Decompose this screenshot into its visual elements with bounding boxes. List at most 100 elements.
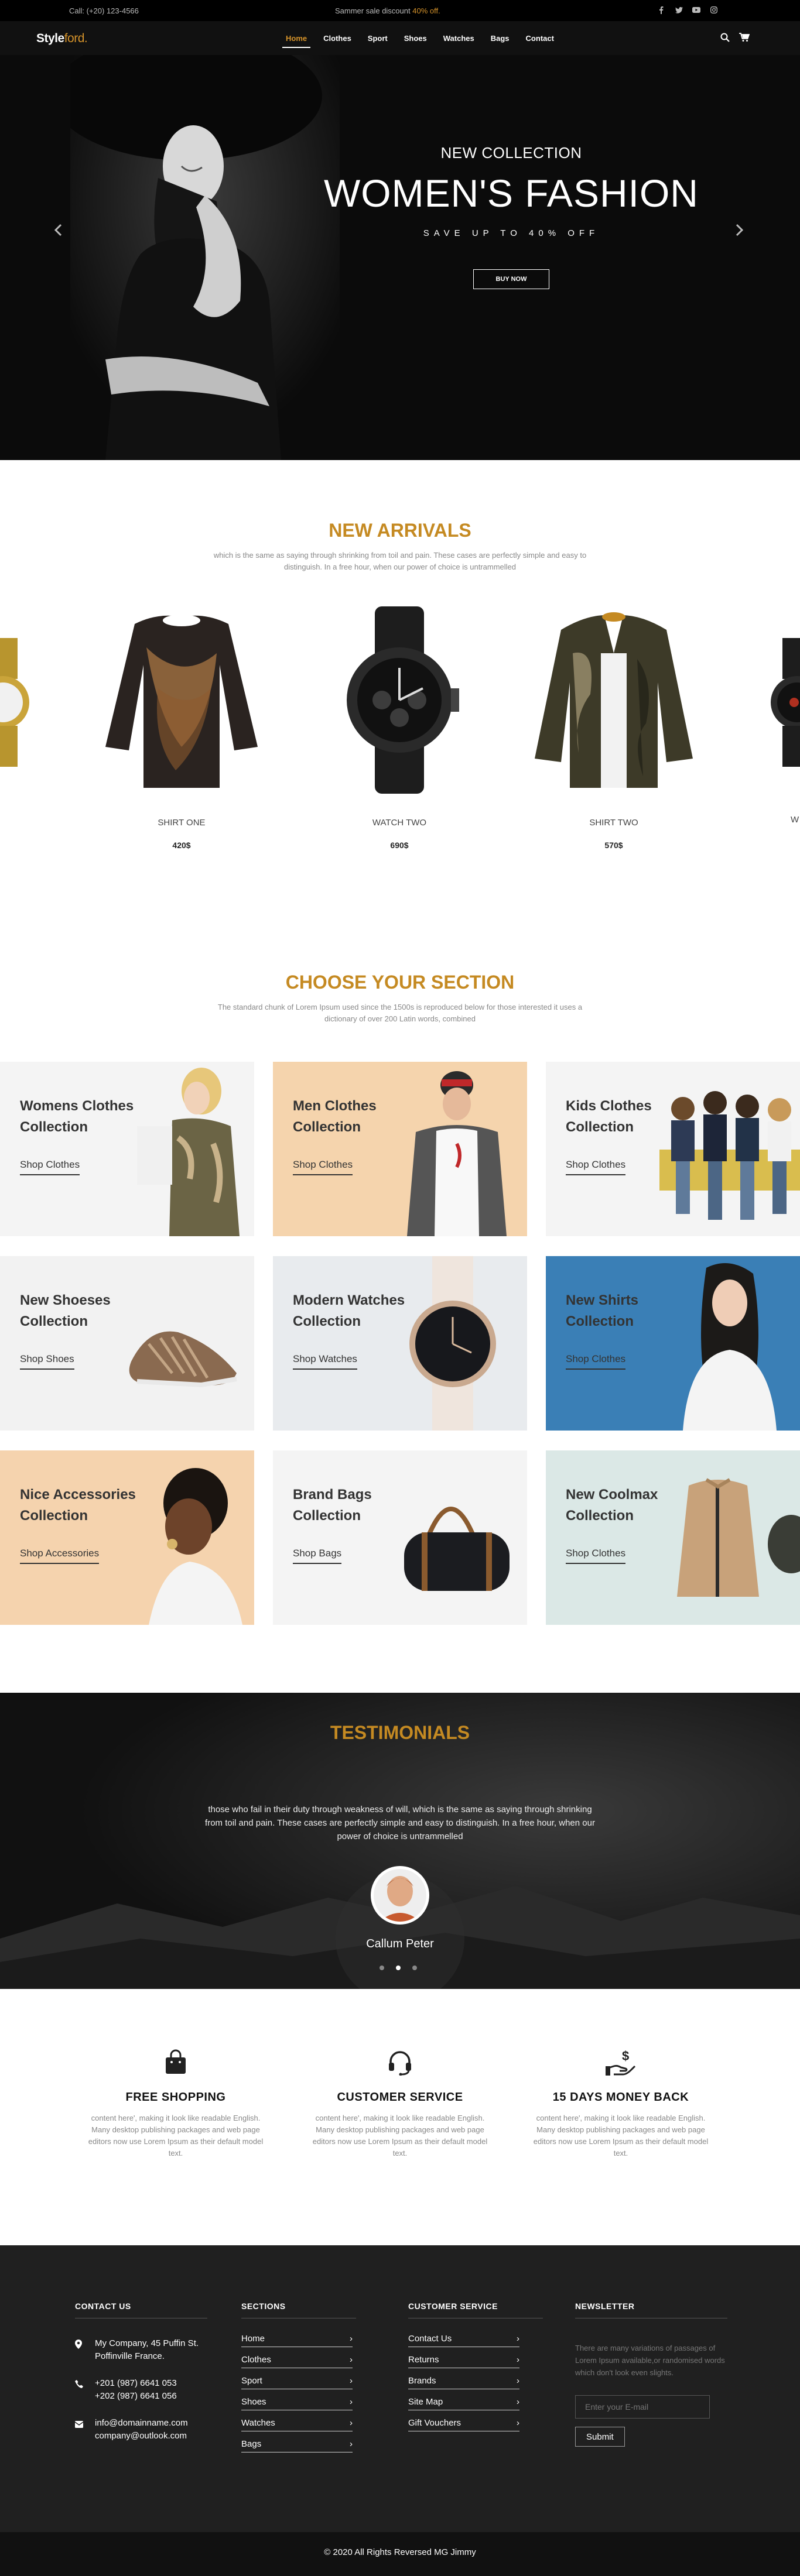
shop-link[interactable]: Shop Watches bbox=[293, 1353, 357, 1370]
product-price: 570$ bbox=[604, 841, 623, 850]
copyright-text: © 2020 All Rights Reversed MG Jimmy bbox=[324, 2547, 476, 2557]
nav-item-sport[interactable]: Sport bbox=[360, 21, 396, 55]
feature-money-back: $ 15 DAYS MONEY BACK content here', maki… bbox=[533, 2045, 709, 2159]
headset-icon bbox=[312, 2045, 488, 2079]
feature-title: FREE SHOPPING bbox=[125, 2091, 226, 2104]
chevron-right-icon: › bbox=[350, 2376, 353, 2386]
social-links bbox=[657, 6, 718, 14]
cart-icon[interactable] bbox=[739, 33, 750, 45]
feature-title: CUSTOMER SERVICE bbox=[337, 2091, 463, 2104]
buy-now-button[interactable]: BUY NOW bbox=[473, 269, 549, 289]
footer-link-home[interactable]: Home › bbox=[241, 2331, 353, 2347]
product-card[interactable]: WATCH TWO 690$ bbox=[312, 601, 487, 850]
footer-link-clothes[interactable]: Clothes › bbox=[241, 2352, 353, 2368]
footer-address: My Company, 45 Puffin St. Poffinville Fr… bbox=[75, 2337, 207, 2363]
nav-item-watches[interactable]: Watches bbox=[435, 21, 483, 55]
watches-collection-image bbox=[409, 1256, 496, 1431]
collection-title: Womens Clothes Collection bbox=[20, 1098, 134, 1135]
footer-link-label: Returns bbox=[408, 2355, 439, 2365]
shop-link[interactable]: Shop Clothes bbox=[566, 1353, 626, 1370]
slider-dot[interactable] bbox=[380, 1966, 384, 1970]
twitter-icon[interactable] bbox=[675, 6, 683, 14]
feature-free-shipping: FREE SHOPPING content here', making it l… bbox=[88, 2045, 264, 2159]
chevron-right-icon: › bbox=[350, 2397, 353, 2407]
instagram-icon[interactable] bbox=[710, 6, 718, 14]
collection-card-accessories[interactable]: Nice Accessories Collection Shop Accesso… bbox=[0, 1450, 254, 1625]
collection-card-shoes[interactable]: New Shoeses Collection Shop Shoes bbox=[0, 1256, 254, 1431]
phone-1[interactable]: +201 (987) 6641 053 bbox=[95, 2377, 177, 2390]
collection-title: New Shirts Collection bbox=[566, 1292, 639, 1329]
product-card[interactable]: SHIRT TWO 570$ bbox=[526, 601, 702, 850]
shop-link[interactable]: Shop Clothes bbox=[20, 1159, 80, 1175]
choose-section: CHOOSE YOUR SECTION The standard chunk o… bbox=[0, 928, 800, 1693]
shop-link[interactable]: Shop Bags bbox=[293, 1548, 342, 1564]
feature-text: content here', making it look like reada… bbox=[88, 2114, 264, 2157]
footer-link-sport[interactable]: Sport › bbox=[241, 2373, 353, 2389]
accessories-collection-image bbox=[149, 1468, 242, 1625]
collection-card-men[interactable]: Men Clothes Collection Shop Clothes bbox=[273, 1062, 527, 1236]
footer-link-contact-us[interactable]: Contact Us › bbox=[408, 2331, 519, 2347]
testimonial-author: Callum Peter bbox=[366, 1937, 434, 1950]
hero-model-image bbox=[70, 55, 340, 460]
collection-card-shirts[interactable]: New Shirts Collection Shop Clothes bbox=[546, 1256, 800, 1431]
bags-collection-image bbox=[404, 1507, 510, 1591]
chevron-right-icon[interactable] bbox=[736, 221, 744, 241]
shop-link[interactable]: Shop Shoes bbox=[20, 1353, 74, 1370]
footer-link-brands[interactable]: Brands › bbox=[408, 2373, 519, 2389]
partial-watch-image[interactable] bbox=[0, 638, 29, 767]
collection-card-kids[interactable]: Kids Clothes Collection Shop Clothes bbox=[546, 1062, 800, 1236]
footer-link-label: Watches bbox=[241, 2418, 275, 2428]
page: Call: (+20) 123-4566 Sammer sale discoun… bbox=[0, 0, 800, 2576]
nav-item-contact[interactable]: Contact bbox=[518, 21, 562, 55]
collection-card-womens[interactable]: Womens Clothes Collection Shop Clothes bbox=[0, 1062, 254, 1236]
slider-dot-active[interactable] bbox=[396, 1966, 401, 1970]
collection-card-coolmax[interactable]: New Coolmax Collection Shop Clothes bbox=[546, 1450, 800, 1625]
newsletter-email-input[interactable] bbox=[575, 2395, 710, 2419]
footer-newsletter-title: NEWSLETTER bbox=[575, 2301, 727, 2318]
chevron-right-icon: › bbox=[350, 2355, 353, 2365]
envelope-icon bbox=[74, 2417, 84, 2443]
slider-dot[interactable] bbox=[412, 1966, 417, 1970]
chevron-right-icon: › bbox=[350, 2334, 353, 2344]
nav-item-home[interactable]: Home bbox=[278, 21, 315, 55]
product-card[interactable]: SHIRT ONE 420$ bbox=[94, 601, 269, 850]
chevron-left-icon[interactable] bbox=[54, 221, 62, 241]
email-2[interactable]: company@outlook.com bbox=[95, 2430, 188, 2443]
youtube-icon[interactable] bbox=[692, 6, 700, 14]
phone-2[interactable]: +202 (987) 6641 056 bbox=[95, 2390, 177, 2403]
footer-link-gift-vouchers[interactable]: Gift Vouchers › bbox=[408, 2416, 519, 2431]
collection-card-watches[interactable]: Modern Watches Collection Shop Watches bbox=[273, 1256, 527, 1431]
shoes-collection-image bbox=[129, 1331, 237, 1388]
copyright-bar: © 2020 All Rights Reversed MG Jimmy bbox=[0, 2532, 800, 2576]
brand-logo[interactable]: Styleford. bbox=[36, 32, 88, 46]
choose-section-description: The standard chunk of Lorem Ipsum used s… bbox=[217, 1003, 583, 1023]
partial-watch-image[interactable] bbox=[771, 638, 800, 767]
search-icon[interactable] bbox=[720, 33, 730, 45]
shop-link[interactable]: Shop Clothes bbox=[566, 1548, 626, 1564]
footer-link-bags[interactable]: Bags › bbox=[241, 2437, 353, 2452]
nav-item-shoes[interactable]: Shoes bbox=[396, 21, 435, 55]
newsletter-submit-button[interactable]: Submit bbox=[575, 2427, 625, 2447]
collection-title: New Shoeses Collection bbox=[20, 1292, 111, 1329]
nav-item-bags[interactable]: Bags bbox=[483, 21, 518, 55]
shop-link[interactable]: Shop Clothes bbox=[566, 1159, 626, 1175]
shop-link[interactable]: Shop Accessories bbox=[20, 1548, 100, 1564]
nav-item-clothes[interactable]: Clothes bbox=[315, 21, 360, 55]
new-arrivals-section: NEW ARRIVALS which is the same as saying… bbox=[0, 460, 800, 928]
footer-emails: info@domainname.com company@outlook.com bbox=[74, 2417, 207, 2443]
footer-link-label: Clothes bbox=[241, 2355, 271, 2365]
facebook-icon[interactable] bbox=[657, 6, 665, 14]
testimonials-title: TESTIMONIALS bbox=[330, 1722, 470, 1743]
footer-service-column: CUSTOMER SERVICE Contact Us › Returns › Br… bbox=[408, 2301, 543, 2437]
shop-link[interactable]: Shop Clothes bbox=[293, 1159, 353, 1175]
collection-title: Brand Bags Collection bbox=[293, 1487, 372, 1524]
footer-link-watches[interactable]: Watches › bbox=[241, 2416, 353, 2431]
footer-link-returns[interactable]: Returns › bbox=[408, 2352, 519, 2368]
shirt-one-image bbox=[94, 601, 269, 800]
feature-title: 15 DAYS MONEY BACK bbox=[552, 2091, 689, 2104]
footer-link-shoes[interactable]: Shoes › bbox=[241, 2395, 353, 2410]
feature-text: content here', making it look like reada… bbox=[312, 2114, 488, 2157]
email-1[interactable]: info@domainname.com bbox=[95, 2417, 188, 2430]
collection-card-bags[interactable]: Brand Bags Collection Shop Bags bbox=[273, 1450, 527, 1625]
footer-link-site-map[interactable]: Site Map › bbox=[408, 2395, 519, 2410]
